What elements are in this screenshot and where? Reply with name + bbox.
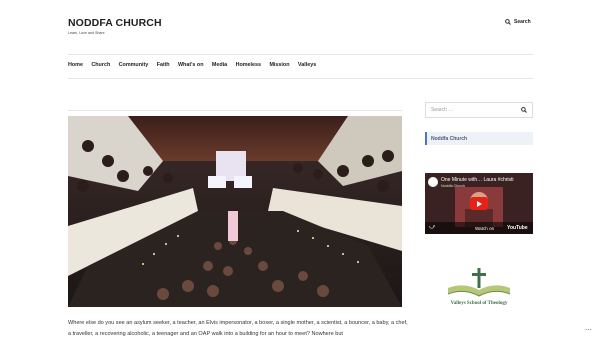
play-icon[interactable] [470,197,488,210]
header-search-button[interactable]: Search [505,19,531,25]
nav-item-faith[interactable]: Faith [157,62,170,68]
content-divider [68,110,402,111]
bible-cross-icon [447,268,511,297]
church-interior-photo [68,116,402,307]
watch-on-label[interactable]: Watch on [475,226,494,231]
article-excerpt: Where else do you see an asylum seeker, … [68,320,408,337]
search-icon [505,19,511,25]
header-search-label: Search [514,19,531,25]
sidebar-link-noddfa-church[interactable]: Noddfa Church [425,132,533,145]
search-icon[interactable] [521,107,527,113]
channel-avatar[interactable] [428,177,438,187]
nav-item-media[interactable]: Media [212,62,227,68]
nav-item-church[interactable]: Church [91,62,110,68]
video-title[interactable]: One Minute with… Laura #christi [441,177,514,183]
nav-item-home[interactable]: Home [68,62,83,68]
header-divider [68,54,533,55]
main-navigation: Home Church Community Faith What's on Me… [68,62,325,68]
site-title[interactable]: NODDFA CHURCH [68,17,162,29]
nav-divider [68,78,533,79]
nav-item-homeless[interactable]: Homeless [236,62,261,68]
site-tagline: Learn, Love and Share [68,31,105,35]
video-channel[interactable]: Noddfa Church [441,184,465,188]
nav-item-whats-on[interactable]: What's on [178,62,204,68]
sidebar-search-input[interactable]: Search … [431,107,453,113]
youtube-logo[interactable]: YouTube [507,225,528,231]
youtube-video-embed[interactable]: One Minute with… Laura #christi Noddfa C… [425,173,533,234]
nav-item-valleys[interactable]: Valleys [298,62,316,68]
sidebar-search-form[interactable]: Search … [425,102,533,118]
nav-item-community[interactable]: Community [119,62,149,68]
logo-caption: Valleys School of Theology [450,301,508,306]
valleys-school-logo[interactable]: Valleys School of Theology [444,266,514,310]
more-options-icon[interactable]: ⋯ [585,326,592,334]
share-icon[interactable]: ⤻ [429,224,435,231]
nav-item-mission[interactable]: Mission [269,62,289,68]
